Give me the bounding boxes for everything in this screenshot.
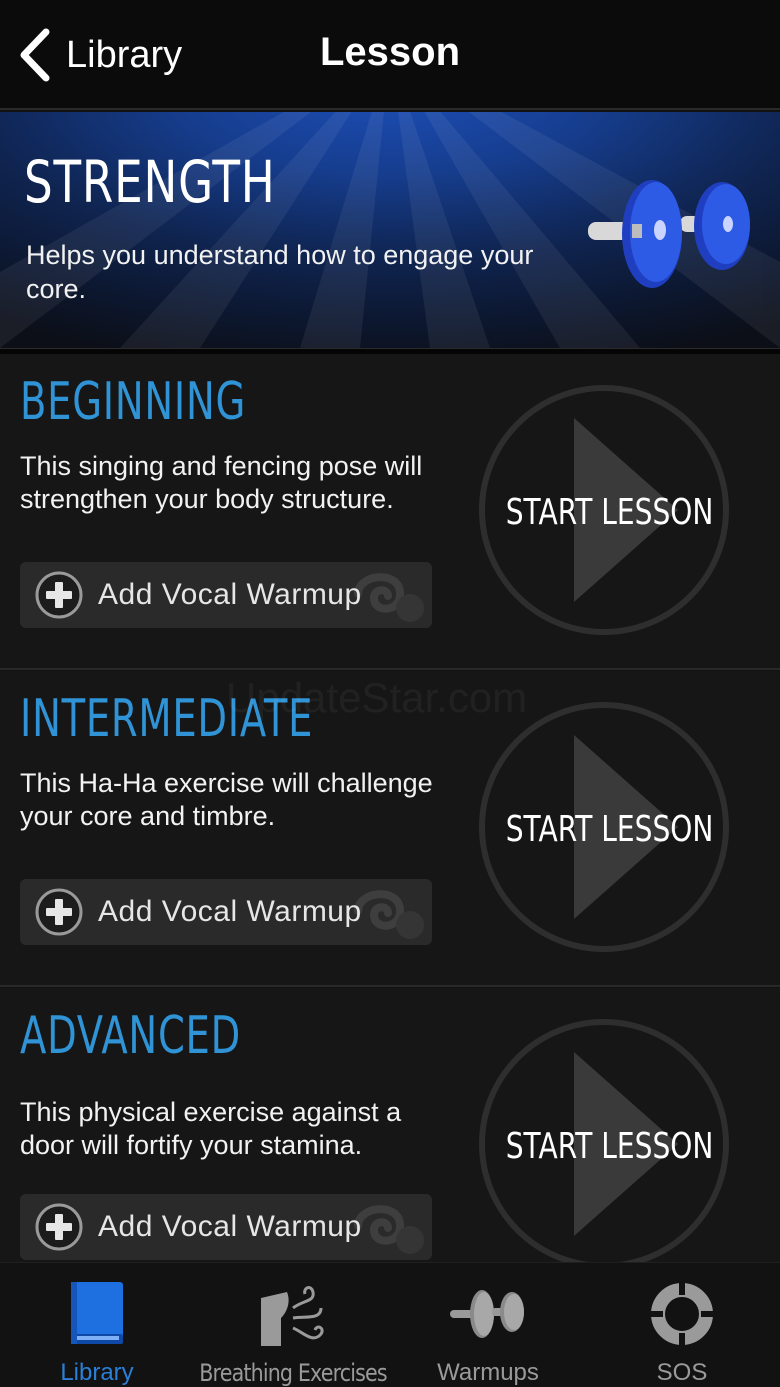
start-lesson-label: START LESSON <box>505 492 714 533</box>
tab-library[interactable]: Library <box>38 1263 156 1387</box>
start-lesson-button[interactable]: START LESSON <box>478 1018 730 1270</box>
add-vocal-warmup-label: Add Vocal Warmup <box>98 895 362 928</box>
lesson-description: This Ha-Ha exercise will challenge your … <box>20 768 433 831</box>
watermark-text: UpdateStar.com <box>226 674 528 721</box>
dumbbell-icon <box>450 1290 524 1338</box>
lesson-description: This singing and fencing pose will stren… <box>20 451 423 514</box>
category-title: STRENGTH <box>24 148 276 216</box>
category-header: STRENGTH Helps you understand how to eng… <box>0 112 780 348</box>
add-vocal-warmup-button[interactable]: Add Vocal Warmup <box>20 1194 432 1260</box>
page-title: Lesson <box>0 30 780 75</box>
lesson-description: This physical exercise against a door wi… <box>20 1097 402 1160</box>
plus-circle-icon <box>35 1203 83 1251</box>
category-description: Helps you understand how to engage your … <box>26 240 534 304</box>
book-icon <box>71 1282 123 1344</box>
tab-breathing-exercises[interactable]: Breathing Exercises <box>198 1263 388 1387</box>
tab-bar: Library Breathing Exercises Warmups SOS <box>0 1262 780 1387</box>
start-lesson-label: START LESSON <box>505 1126 714 1167</box>
tab-label: Library <box>60 1359 134 1386</box>
lesson-section-advanced: ADVANCED This physical exercise against … <box>0 988 780 1269</box>
tab-warmups[interactable]: Warmups <box>426 1263 550 1387</box>
start-lesson-label: START LESSON <box>505 809 714 850</box>
add-vocal-warmup-button[interactable]: Add Vocal Warmup <box>20 879 432 945</box>
breathing-icon <box>261 1286 324 1346</box>
add-vocal-warmup-button[interactable]: Add Vocal Warmup <box>20 562 432 628</box>
plus-circle-icon <box>35 571 83 619</box>
lesson-section-beginning: BEGINNING This singing and fencing pose … <box>0 354 780 670</box>
tab-sos[interactable]: SOS <box>630 1263 734 1387</box>
lesson-title: BEGINNING <box>20 372 247 432</box>
start-lesson-button[interactable]: START LESSON <box>478 384 730 636</box>
plus-circle-icon <box>35 888 83 936</box>
tab-label: SOS <box>656 1359 708 1386</box>
tab-label: Warmups <box>437 1359 539 1386</box>
add-vocal-warmup-label: Add Vocal Warmup <box>98 1210 362 1243</box>
dumbbell-icon <box>588 180 750 288</box>
lifebuoy-icon <box>651 1283 713 1345</box>
lesson-title: ADVANCED <box>20 1006 241 1066</box>
tab-label: Breathing Exercises <box>199 1359 387 1387</box>
page-title-text: Lesson <box>319 30 461 74</box>
start-lesson-button[interactable]: START LESSON <box>478 701 730 953</box>
navigation-bar: Library Lesson <box>0 0 780 110</box>
add-vocal-warmup-label: Add Vocal Warmup <box>98 578 362 611</box>
